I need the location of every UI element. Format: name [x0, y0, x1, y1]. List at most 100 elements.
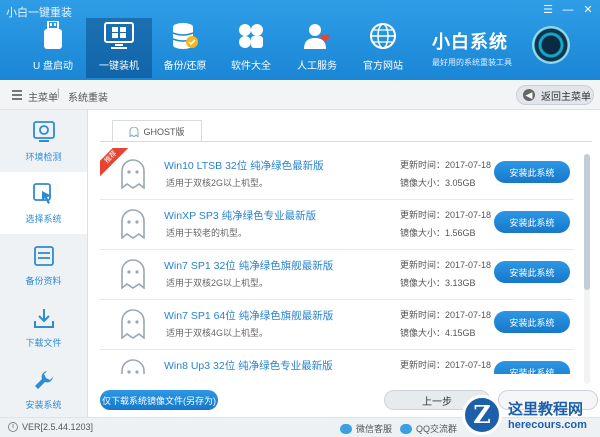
- install-system-button[interactable]: 安装此系统: [494, 361, 570, 374]
- qq-label: QQ交流群: [416, 424, 458, 434]
- breadcrumb: 主菜单 | 系统重装: [0, 80, 600, 110]
- list-item: Win8 Up3 32位 纯净绿色专业最新版 更新时间：2017-07-18 安…: [100, 348, 574, 374]
- sidebar-item-label: 选择系统: [25, 213, 62, 224]
- back-to-main-button[interactable]: ◀ 返回主菜单: [516, 85, 594, 105]
- system-desc: 适用于双核2G以上机型。: [166, 178, 269, 188]
- wrench-icon: [32, 368, 56, 392]
- system-size: 镜像大小：1.56GB: [400, 228, 476, 238]
- minimize-icon[interactable]: —: [562, 4, 574, 16]
- usb-drive-icon: [38, 21, 68, 51]
- ghost-icon: [121, 309, 145, 339]
- wechat-support-link[interactable]: 微信客服: [340, 422, 392, 435]
- system-title[interactable]: WinXP SP3 纯净绿色专业最新版: [164, 208, 316, 223]
- close-icon[interactable]: ✕: [582, 4, 594, 16]
- watermark-logo-icon: Z: [462, 394, 502, 435]
- download-image-only-button[interactable]: 仅下载系统镜像文件(另存为): [100, 390, 218, 410]
- brand-logo-icon: [532, 26, 570, 64]
- sidebar-item-label: 下载文件: [25, 337, 62, 348]
- brand: 小白系统 最好用的系统重装工具: [432, 28, 512, 68]
- system-desc: 适用于双核4G以上机型。: [166, 328, 269, 338]
- system-title[interactable]: Win10 LTSB 32位 纯净绿色最新版: [164, 158, 324, 173]
- window-controls: ☰ — ✕: [542, 4, 594, 16]
- list-item: Win7 SP1 64位 纯净绿色旗舰最新版 适用于双核4G以上机型。 更新时间…: [100, 298, 574, 350]
- system-size: 镜像大小：3.13GB: [400, 278, 476, 288]
- list-item: Win7 SP1 32位 纯净绿色旗舰最新版 适用于双核2G以上机型。 更新时间…: [100, 248, 574, 300]
- tab-ghost[interactable]: GHOST版: [112, 120, 202, 142]
- nav-usb-boot[interactable]: U 盘启动: [20, 18, 86, 78]
- install-system-button[interactable]: 安装此系统: [494, 311, 570, 333]
- breadcrumb-home[interactable]: 主菜单: [28, 89, 58, 104]
- wechat-label: 微信客服: [356, 424, 393, 434]
- system-updated: 更新时间：2017-07-18: [400, 260, 492, 270]
- globe-icon: [368, 21, 398, 51]
- sidebar: 环境检测 选择系统 备份资料 下载文件 安装系统: [0, 110, 88, 417]
- breadcrumb-separator: |: [57, 88, 60, 99]
- nav-label: 软件大全: [231, 61, 271, 72]
- install-system-button[interactable]: 安装此系统: [494, 161, 570, 183]
- nav-backup-restore[interactable]: 备份/还原: [152, 18, 218, 78]
- system-title[interactable]: Win7 SP1 64位 纯净绿色旗舰最新版: [164, 308, 333, 323]
- person-heart-icon: [302, 21, 332, 51]
- version-text: VER[2.5.44.1203]: [22, 422, 94, 432]
- qq-group-link[interactable]: QQ交流群: [400, 422, 457, 435]
- list-scrollbar[interactable]: [584, 154, 590, 384]
- system-title[interactable]: Win7 SP1 32位 纯净绿色旗舰最新版: [164, 258, 333, 273]
- menu-list-icon: [12, 90, 22, 100]
- info-icon: i: [8, 422, 18, 432]
- install-system-button[interactable]: 安装此系统: [494, 211, 570, 233]
- sidebar-item-label: 安装系统: [25, 399, 62, 410]
- system-size: 镜像大小：3.05GB: [400, 178, 476, 188]
- top-toolbar: 小白一键重装 ☰ — ✕ U 盘启动 一键装机 备份/还原 软件大全 人工服务 …: [0, 0, 600, 80]
- back-button-label: 返回主菜单: [541, 91, 591, 103]
- watermark-cn: 这里教程网: [508, 401, 584, 418]
- nav-software[interactable]: 软件大全: [218, 18, 284, 78]
- system-title[interactable]: Win8 Up3 32位 纯净绿色专业最新版: [164, 358, 333, 373]
- nav-official-site[interactable]: 官方网站: [350, 18, 416, 78]
- system-desc: 适用于双核2G以上机型。: [166, 278, 269, 288]
- ghost-tab-icon: [129, 126, 139, 137]
- brand-slogan: 最好用的系统重装工具: [432, 58, 512, 67]
- back-arrow-icon: ◀: [523, 89, 535, 101]
- tab-divider: [100, 141, 592, 142]
- sidebar-item-select-system[interactable]: 选择系统: [0, 172, 87, 234]
- nav-one-click-install[interactable]: 一键装机: [86, 18, 152, 78]
- nav-label: 人工服务: [297, 61, 337, 72]
- sidebar-item-label: 环境检测: [25, 151, 62, 162]
- wechat-icon: [340, 423, 352, 434]
- menu-icon[interactable]: ☰: [542, 4, 554, 16]
- breadcrumb-current: 系统重装: [68, 93, 108, 104]
- ghost-icon: [121, 359, 145, 374]
- ghost-icon: [121, 259, 145, 289]
- watermark-text: 这里教程网 herecours.com: [508, 398, 587, 431]
- nav-label: 一键装机: [99, 61, 139, 72]
- list-item: 推荐 Win10 LTSB 32位 纯净绿色最新版 适用于双核2G以上机型。 更…: [100, 148, 574, 200]
- main-panel: GHOST版 推荐 Win10 LTSB 32位 纯净绿色最新版 适用于双核2G…: [88, 110, 600, 417]
- cursor-select-icon: [32, 182, 56, 206]
- sidebar-item-download-files[interactable]: 下载文件: [0, 296, 87, 358]
- system-updated: 更新时间：2017-07-18: [400, 360, 492, 370]
- download-icon: [32, 306, 56, 330]
- site-watermark: Z 这里教程网 herecours.com: [462, 392, 600, 437]
- monitor-windows-icon: [104, 21, 134, 51]
- apps-clover-icon: [236, 21, 266, 51]
- nav-manual-service[interactable]: 人工服务: [284, 18, 350, 78]
- system-updated: 更新时间：2017-07-18: [400, 160, 492, 170]
- sidebar-item-label: 备份资料: [25, 275, 62, 286]
- main-nav: U 盘启动 一键装机 备份/还原 软件大全 人工服务 官方网站: [20, 18, 416, 78]
- system-updated: 更新时间：2017-07-18: [400, 310, 492, 320]
- checkup-icon: [32, 120, 56, 144]
- watermark-en: herecours.com: [508, 419, 587, 431]
- nav-label: 备份/还原: [163, 61, 207, 72]
- brand-name: 小白系统: [432, 32, 508, 52]
- install-system-button[interactable]: 安装此系统: [494, 261, 570, 283]
- sidebar-item-install-system[interactable]: 安装系统: [0, 358, 87, 420]
- system-desc: 适用于较老的机型。: [166, 228, 248, 238]
- ghost-icon: [121, 209, 145, 239]
- scrollbar-thumb[interactable]: [584, 154, 590, 290]
- ghost-icon: [121, 159, 145, 189]
- system-list: 推荐 Win10 LTSB 32位 纯净绿色最新版 适用于双核2G以上机型。 更…: [100, 148, 582, 374]
- sidebar-item-backup-data[interactable]: 备份资料: [0, 234, 87, 296]
- version-info: i VER[2.5.44.1203]: [8, 422, 93, 432]
- nav-label: U 盘启动: [33, 61, 73, 72]
- sidebar-item-env-check[interactable]: 环境检测: [0, 110, 87, 172]
